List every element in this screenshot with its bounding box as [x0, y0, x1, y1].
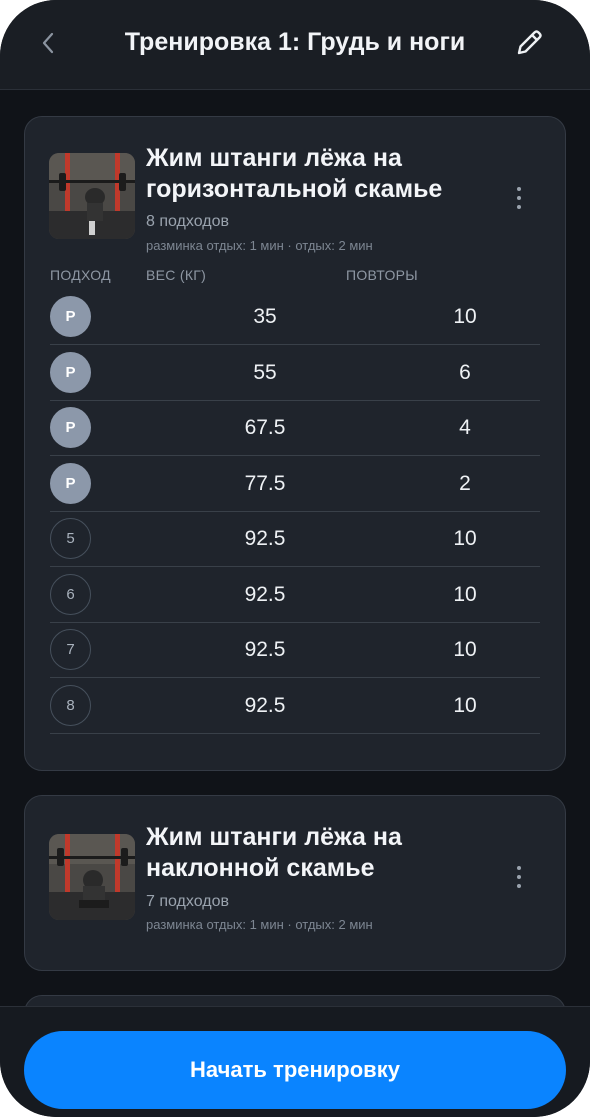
- set-row[interactable]: 8 92.5 10: [50, 678, 540, 734]
- column-header-set: ПОДХОД: [50, 267, 111, 283]
- more-vertical-icon: [517, 866, 521, 888]
- set-row[interactable]: Р 55 6: [50, 345, 540, 401]
- exercise-card[interactable]: Жим штанги лёжа на горизонтальной скамье…: [24, 116, 566, 771]
- set-number-badge[interactable]: 5: [50, 518, 91, 559]
- reps-value[interactable]: 10: [390, 694, 540, 718]
- column-header-reps: ПОВТОРЫ: [346, 267, 418, 283]
- column-header-weight: ВЕС (КГ): [146, 267, 207, 283]
- set-number-badge[interactable]: 8: [50, 685, 91, 726]
- reps-value[interactable]: 10: [390, 638, 540, 662]
- more-vertical-icon: [517, 187, 521, 209]
- exercise-name-line: горизонтальной скамье: [146, 175, 443, 203]
- warmup-set-badge[interactable]: Р: [50, 407, 91, 448]
- edit-button[interactable]: [512, 26, 546, 60]
- set-row[interactable]: Р 67.5 4: [50, 400, 540, 456]
- back-button[interactable]: [34, 26, 64, 60]
- weight-value[interactable]: 77.5: [190, 472, 340, 496]
- exercise-name-line: Жим штанги лёжа на: [146, 144, 402, 172]
- start-workout-button[interactable]: Начать тренировку: [24, 1031, 566, 1109]
- reps-value[interactable]: 4: [390, 416, 540, 440]
- reps-value[interactable]: 10: [390, 305, 540, 329]
- exercise-thumbnail: [49, 153, 135, 239]
- bottom-bar: Начать тренировку: [0, 1006, 590, 1117]
- weight-value[interactable]: 55: [190, 361, 340, 385]
- warmup-set-badge[interactable]: Р: [50, 352, 91, 393]
- warmup-set-badge[interactable]: Р: [50, 296, 91, 337]
- rest-info: разминка отдых: 1 мин · отдых: 2 мин: [146, 917, 373, 932]
- set-number-badge[interactable]: 6: [50, 574, 91, 615]
- exercise-name: Жим штанги лёжа на горизонтальной скамье: [146, 143, 486, 205]
- set-number-badge[interactable]: 7: [50, 629, 91, 670]
- rest-info: разминка отдых: 1 мин · отдых: 2 мин: [146, 238, 373, 253]
- reps-value[interactable]: 10: [390, 527, 540, 551]
- set-row[interactable]: Р 35 10: [50, 289, 540, 345]
- exercise-name-line: наклонной скамье: [146, 854, 375, 882]
- weight-value[interactable]: 35: [190, 305, 340, 329]
- chevron-left-icon: [42, 32, 54, 54]
- warmup-set-badge[interactable]: Р: [50, 463, 91, 504]
- set-row[interactable]: 5 92.5 10: [50, 511, 540, 567]
- exercise-name: Жим штанги лёжа на наклонной скамье: [146, 822, 486, 884]
- sets-count: 7 подходов: [146, 893, 229, 910]
- weight-value[interactable]: 92.5: [190, 583, 340, 607]
- pencil-icon: [517, 30, 542, 55]
- top-bar: Тренировка 1: Грудь и ноги: [0, 0, 590, 90]
- sets-count: 8 подходов: [146, 213, 229, 230]
- exercise-name-line: Жим штанги лёжа на: [146, 823, 402, 851]
- more-options-button[interactable]: [509, 862, 529, 892]
- weight-value[interactable]: 92.5: [190, 694, 340, 718]
- set-row[interactable]: 6 92.5 10: [50, 567, 540, 623]
- reps-value[interactable]: 6: [390, 361, 540, 385]
- weight-value[interactable]: 92.5: [190, 527, 340, 551]
- weight-value[interactable]: 67.5: [190, 416, 340, 440]
- page-title: Тренировка 1: Грудь и ноги: [124, 28, 466, 56]
- reps-value[interactable]: 2: [390, 472, 540, 496]
- set-row[interactable]: 7 92.5 10: [50, 622, 540, 678]
- exercise-card[interactable]: Жим штанги лёжа на наклонной скамье 7 по…: [24, 795, 566, 971]
- weight-value[interactable]: 92.5: [190, 638, 340, 662]
- set-row[interactable]: Р 77.5 2: [50, 456, 540, 512]
- exercise-thumbnail: [49, 834, 135, 920]
- more-options-button[interactable]: [509, 183, 529, 213]
- reps-value[interactable]: 10: [390, 583, 540, 607]
- app-screen: Тренировка 1: Грудь и ноги Жим штанги лё…: [0, 0, 590, 1117]
